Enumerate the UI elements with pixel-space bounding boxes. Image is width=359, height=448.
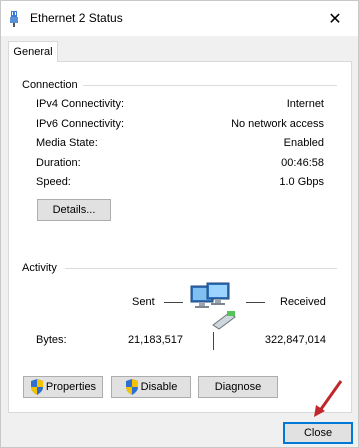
bytes-label: Bytes: [36,334,67,346]
close-icon[interactable]: ✕ [312,1,358,36]
network-computers-icon [190,282,236,330]
activity-divider-vertical [213,332,214,350]
connection-heading: Connection [22,79,78,91]
ipv6-label: IPv6 Connectivity: [36,118,125,130]
bytes-sent-value: 21,183,517 [127,334,183,346]
title-bar[interactable]: Ethernet 2 Status ✕ [1,1,358,36]
shield-icon [125,379,138,395]
diagnose-button[interactable]: Diagnose [198,376,278,398]
ipv4-value: Internet [286,98,324,110]
window-title: Ethernet 2 Status [30,11,123,25]
duration-label: Duration: [36,157,81,169]
received-label: Received [280,296,326,308]
media-state-value: Enabled [283,137,324,149]
disable-button[interactable]: Disable [111,376,191,398]
speed-label: Speed: [36,176,71,188]
ipv6-value: No network access [231,118,324,130]
general-panel [8,61,352,413]
media-state-label: Media State: [36,137,98,149]
activity-heading: Activity [22,262,57,274]
sent-line [164,302,183,303]
properties-label: Properties [45,381,97,393]
tab-general[interactable]: General [8,41,58,62]
details-button[interactable]: Details... [37,199,111,221]
activity-divider [65,268,337,269]
status-dialog: Ethernet 2 Status ✕ General Connection I… [0,0,359,448]
ethernet-icon [10,11,18,27]
shield-icon [30,379,43,395]
bytes-received-value: 322,847,014 [264,334,326,346]
speed-value: 1.0 Gbps [279,176,324,188]
properties-button[interactable]: Properties [23,376,103,398]
close-button[interactable]: Close [283,422,353,444]
annotation-arrow-icon [314,380,343,417]
received-line [246,302,265,303]
ipv4-label: IPv4 Connectivity: [36,98,125,110]
disable-label: Disable [140,381,178,393]
sent-label: Sent [132,296,155,308]
connection-divider [83,85,337,86]
duration-value: 00:46:58 [281,157,324,169]
